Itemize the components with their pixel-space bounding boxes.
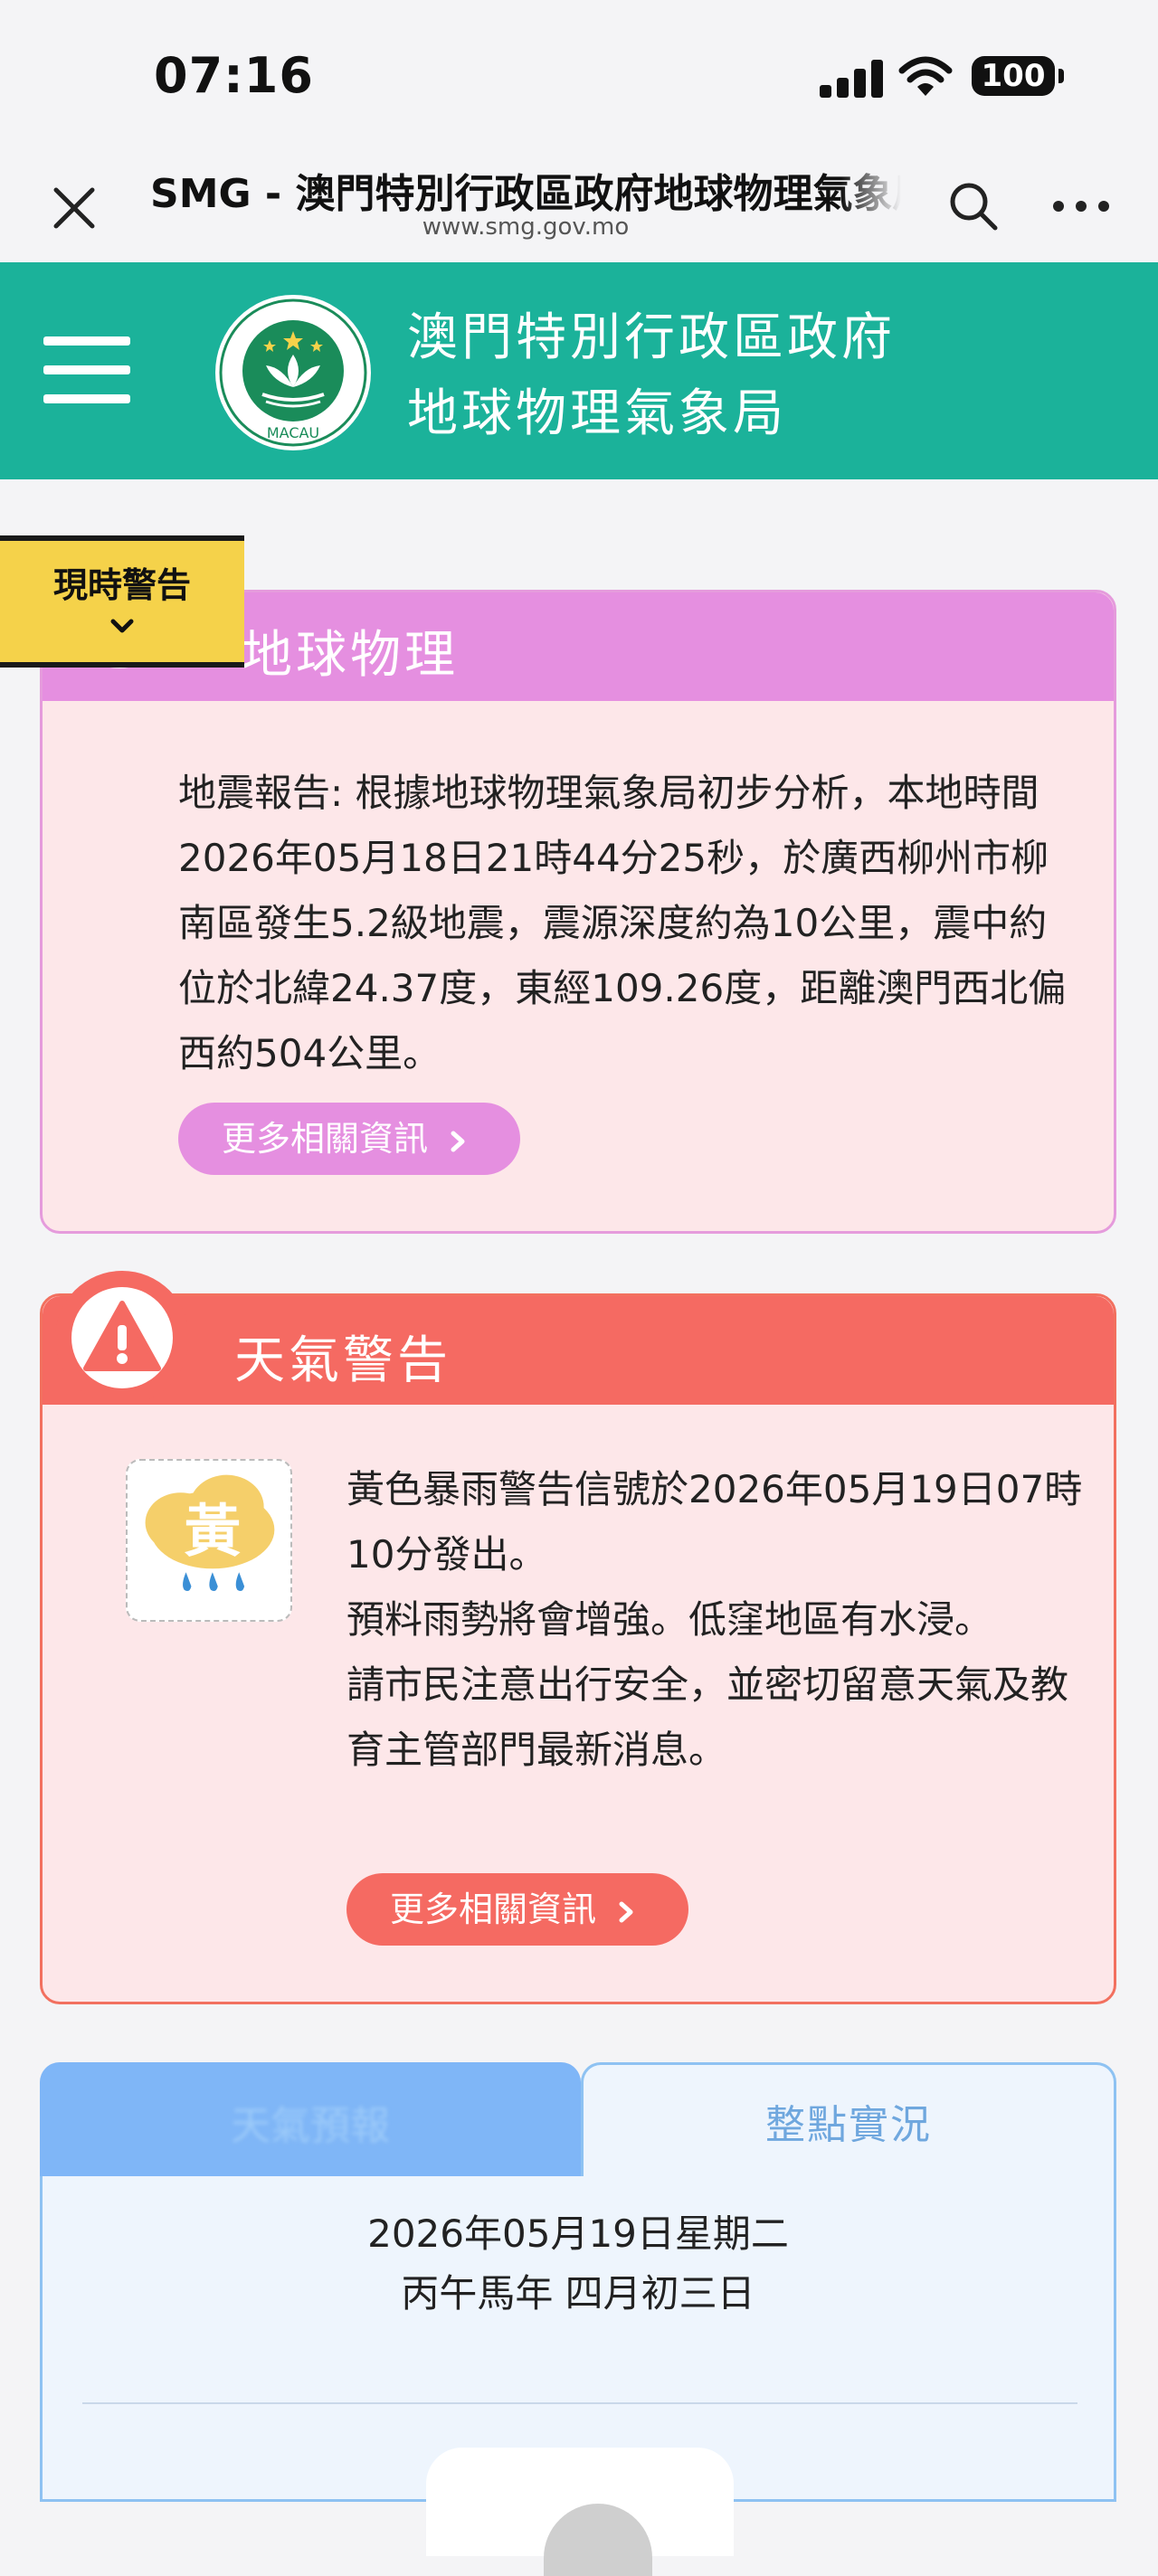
tab-forecast-label: 天氣預報 <box>231 2103 390 2149</box>
tab-hourly-observations-label: 整點實況 <box>765 2102 932 2148</box>
search-icon[interactable] <box>944 177 1002 235</box>
weather-warning-card-header: 天氣警告 <box>43 1271 1114 1405</box>
weather-warning-card: 天氣警告 黃 黃色暴雨警告信號於2026年05月19日07時10分發出。 預料雨… <box>40 1271 1116 2004</box>
battery-tip <box>1058 69 1064 83</box>
weather-warning-text: 黃色暴雨警告信號於2026年05月19日07時10分發出。 預料雨勢將會增強。低… <box>346 1457 1088 1783</box>
yellow-rainstorm-signal-icon[interactable]: 黃 <box>126 1459 292 1622</box>
page-url[interactable]: www.smg.gov.mo <box>150 213 901 241</box>
status-bar: 07:16 100 <box>0 0 1158 145</box>
weather-more-info-button[interactable]: 更多相關資訊 <box>346 1873 688 1946</box>
tab-forecast[interactable]: 天氣預報 <box>40 2062 581 2176</box>
chevron-right-icon <box>451 1131 465 1151</box>
geophysics-more-info-button[interactable]: 更多相關資訊 <box>178 1103 520 1175</box>
signal-character: 黃 <box>185 1499 242 1565</box>
wifi-icon <box>898 56 953 96</box>
chevron-right-icon <box>619 1901 633 1922</box>
geophysics-title: 地球物理 <box>242 626 459 685</box>
warning-line-1: 黃色暴雨警告信號於2026年05月19日07時10分發出。 <box>346 1467 1083 1577</box>
close-icon[interactable] <box>45 179 103 237</box>
more-options-icon[interactable] <box>1049 188 1113 224</box>
status-time: 07:16 <box>154 47 314 104</box>
browser-toolbar: SMG - 澳門特別行政區政府地球物理氣象局 www.smg.gov.mo <box>0 145 1158 262</box>
macau-emblem-icon[interactable]: MACAU <box>214 293 373 452</box>
battery-icon: 100 <box>972 56 1055 96</box>
divider <box>82 2402 1077 2404</box>
current-warning-label: 現時警告 <box>52 565 191 605</box>
lunar-date: 丙午馬年 四月初三日 <box>401 2271 755 2316</box>
menu-icon[interactable] <box>43 336 130 403</box>
weather-icon-box <box>426 2448 734 2576</box>
org-line-2: 地球物理氣象局 <box>407 384 787 443</box>
forecast-panel-body: 2026年05月19日星期二 丙午馬年 四月初三日 <box>40 2176 1116 2576</box>
emblem-text: MACAU <box>267 424 319 441</box>
geophysics-more-info-label: 更多相關資訊 <box>222 1119 429 1159</box>
current-warning-tab[interactable]: 現時警告 <box>0 535 244 668</box>
org-line-1: 澳門特別行政區政府 <box>407 308 896 367</box>
warning-line-3: 請市民注意出行安全，並密切留意天氣及教育主管部門最新消息。 <box>346 1662 1069 1772</box>
cloud-icon <box>544 2504 652 2576</box>
chevron-down-icon <box>110 619 134 633</box>
organization-title: 澳門特別行政區政府 地球物理氣象局 <box>407 300 896 452</box>
warning-line-2: 預料雨勢將會增強。低窪地區有水浸。 <box>346 1597 993 1642</box>
geophysics-card: 地球物理 地震報告: 根據地球物理氣象局初步分析，本地時間2026年05月18日… <box>40 565 1116 1234</box>
site-header: MACAU 澳門特別行政區政府 地球物理氣象局 <box>0 262 1158 479</box>
weather-more-info-label: 更多相關資訊 <box>390 1889 597 1929</box>
weather-warning-title: 天氣警告 <box>234 1331 451 1390</box>
today-date: 2026年05月19日星期二 <box>367 2211 789 2256</box>
earthquake-report-text: 地震報告: 根據地球物理氣象局初步分析，本地時間2026年05月18日21時44… <box>178 771 1067 1075</box>
warning-alert-icon <box>55 1271 189 1405</box>
tab-hourly-observations[interactable]: 整點實況 <box>581 2062 1116 2176</box>
cellular-signal-icon <box>820 60 883 98</box>
page-title: SMG - 澳門特別行政區政府地球物理氣象局 <box>150 171 901 217</box>
forecast-panel: 天氣預報 整點實況 2026年05月19日星期二 丙午馬年 四月初三日 <box>40 2062 1116 2576</box>
